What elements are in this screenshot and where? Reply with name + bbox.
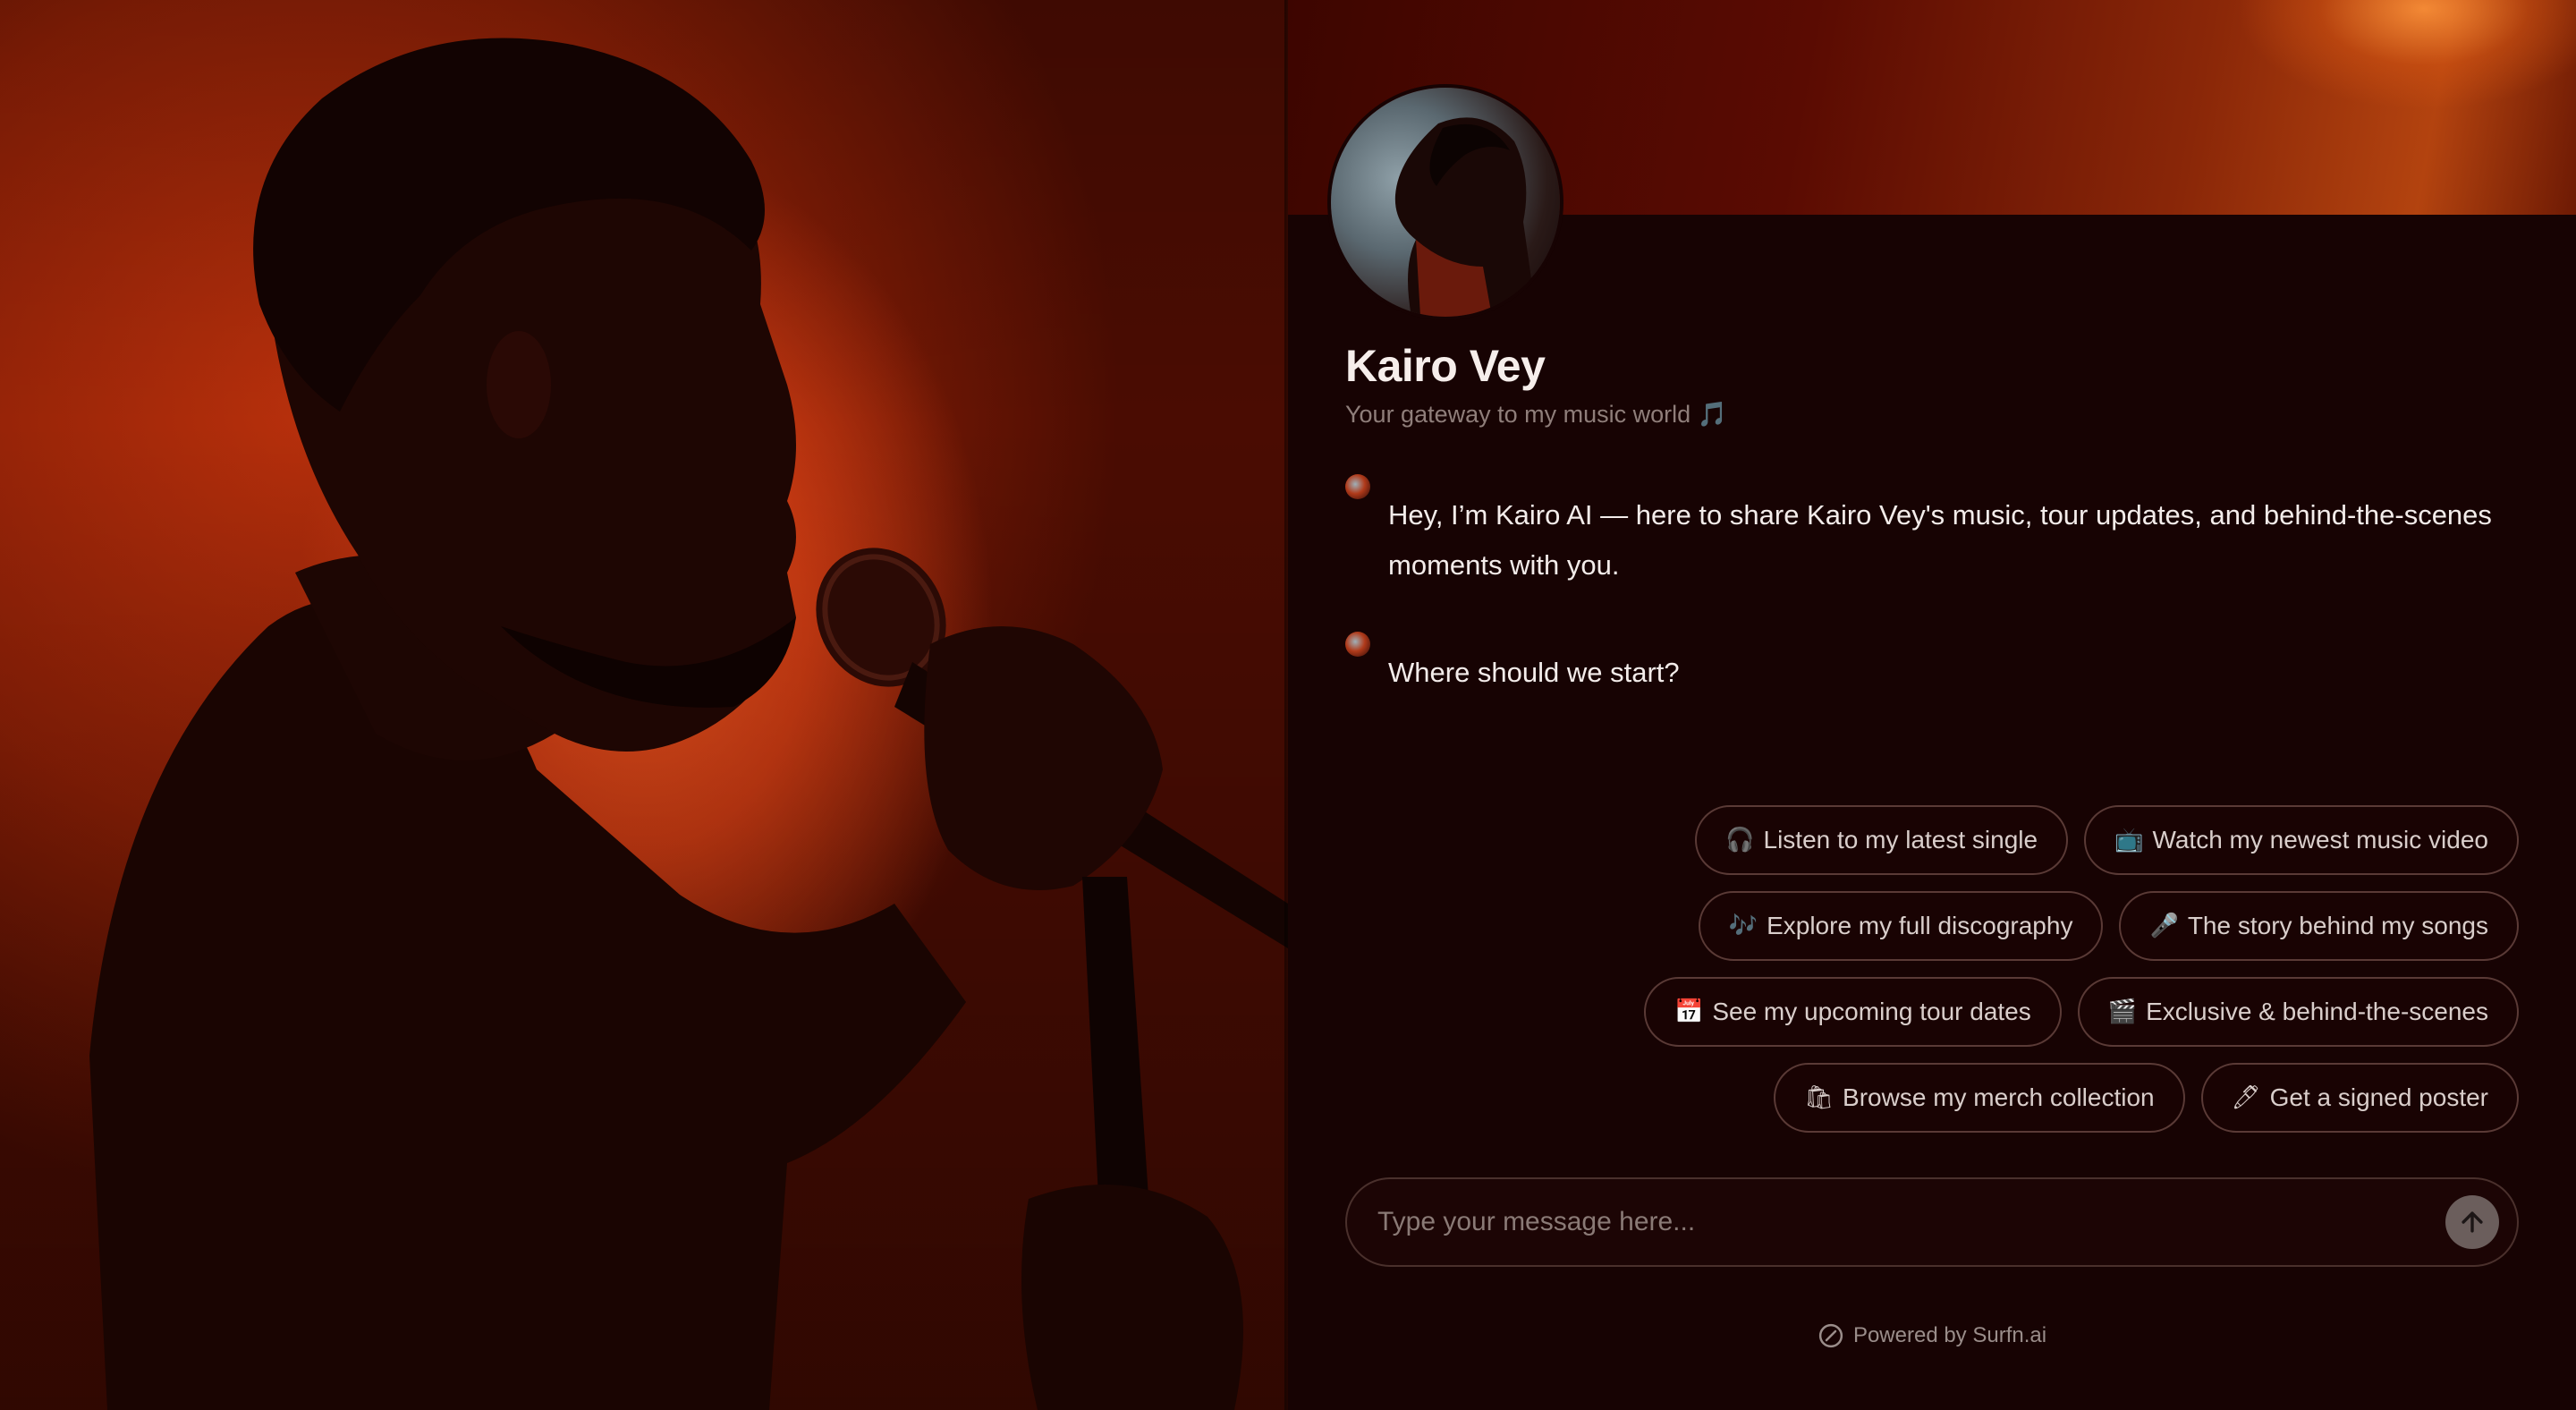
tv-icon: 📺 <box>2114 827 2144 854</box>
profile-avatar <box>1331 88 1560 317</box>
bot-avatar-icon <box>1345 474 1370 499</box>
avatar-portrait <box>1394 117 1537 317</box>
microphone-icon: 🎤 <box>2149 913 2179 939</box>
powered-by-footer[interactable]: Powered by Surfn.ai <box>1288 1322 2576 1349</box>
singer-silhouette <box>89 38 1288 1410</box>
surfn-logo-icon <box>1818 1323 1843 1348</box>
suggestion-row: 📅 See my upcoming tour dates 🎬 Exclusive… <box>1643 977 2519 1047</box>
clapperboard-icon: 🎬 <box>2107 998 2138 1025</box>
suggestion-label: The story behind my songs <box>2187 912 2488 939</box>
suggestion-label: Get a signed poster <box>2269 1083 2488 1111</box>
music-notes-icon: 🎶 <box>1728 913 1758 939</box>
suggestion-row: 🎶 Explore my full discography 🎤 The stor… <box>1698 891 2519 961</box>
suggestion-signed-poster[interactable]: 🖊 Get a signed poster <box>2200 1063 2519 1133</box>
suggestion-label: Watch my newest music video <box>2152 826 2488 854</box>
chat-panel: Kairo Vey Your gateway to my music world… <box>1288 0 2576 1410</box>
app-window: Kairo Vey Your gateway to my music world… <box>0 0 2576 1410</box>
calendar-icon: 📅 <box>1674 998 1704 1025</box>
suggestion-merch[interactable]: 🛍 Browse my merch collection <box>1774 1063 2185 1133</box>
suggestion-label: Exclusive & behind-the-scenes <box>2146 998 2488 1025</box>
headphones-icon: 🎧 <box>1725 827 1755 854</box>
bot-avatar-icon <box>1345 632 1370 657</box>
bot-message-text: Hey, I’m Kairo AI — here to share Kairo … <box>1388 499 2492 581</box>
suggestion-row: 🎧 Listen to my latest single 📺 Watch my … <box>1695 805 2519 875</box>
message-input[interactable] <box>1377 1179 2415 1265</box>
suggestion-row: 🛍 Browse my merch collection 🖊 Get a sig… <box>1774 1063 2519 1133</box>
powered-by-text: Powered by Surfn.ai <box>1852 1323 2047 1347</box>
suggestion-tour-dates[interactable]: 📅 See my upcoming tour dates <box>1643 977 2062 1047</box>
suggestion-song-stories[interactable]: 🎤 The story behind my songs <box>2119 891 2519 961</box>
profile-tagline: Your gateway to my music world 🎵 <box>1345 401 1728 428</box>
suggestion-label: Browse my merch collection <box>1843 1083 2155 1111</box>
bot-message-text: Where should we start? <box>1388 657 1680 688</box>
arrow-up-icon <box>2462 1211 2483 1233</box>
suggestion-behind-scenes[interactable]: 🎬 Exclusive & behind-the-scenes <box>2077 977 2519 1047</box>
suggestion-label: Listen to my latest single <box>1763 826 2038 854</box>
send-button[interactable] <box>2445 1195 2499 1249</box>
shopping-bag-icon: 🛍 <box>1804 1084 1835 1111</box>
suggestion-chips: 🎧 Listen to my latest single 📺 Watch my … <box>1624 805 2519 1133</box>
profile-name: Kairo Vey <box>1345 341 1546 391</box>
suggestion-watch-video[interactable]: 📺 Watch my newest music video <box>2084 805 2519 875</box>
suggestion-label: Explore my full discography <box>1767 912 2073 939</box>
message-composer <box>1345 1177 2519 1267</box>
suggestion-label: See my upcoming tour dates <box>1712 998 2031 1025</box>
suggestion-discography[interactable]: 🎶 Explore my full discography <box>1698 891 2104 961</box>
hero-photo <box>0 0 1288 1410</box>
suggestion-listen-single[interactable]: 🎧 Listen to my latest single <box>1695 805 2069 875</box>
pen-icon: 🖊 <box>2231 1084 2261 1111</box>
